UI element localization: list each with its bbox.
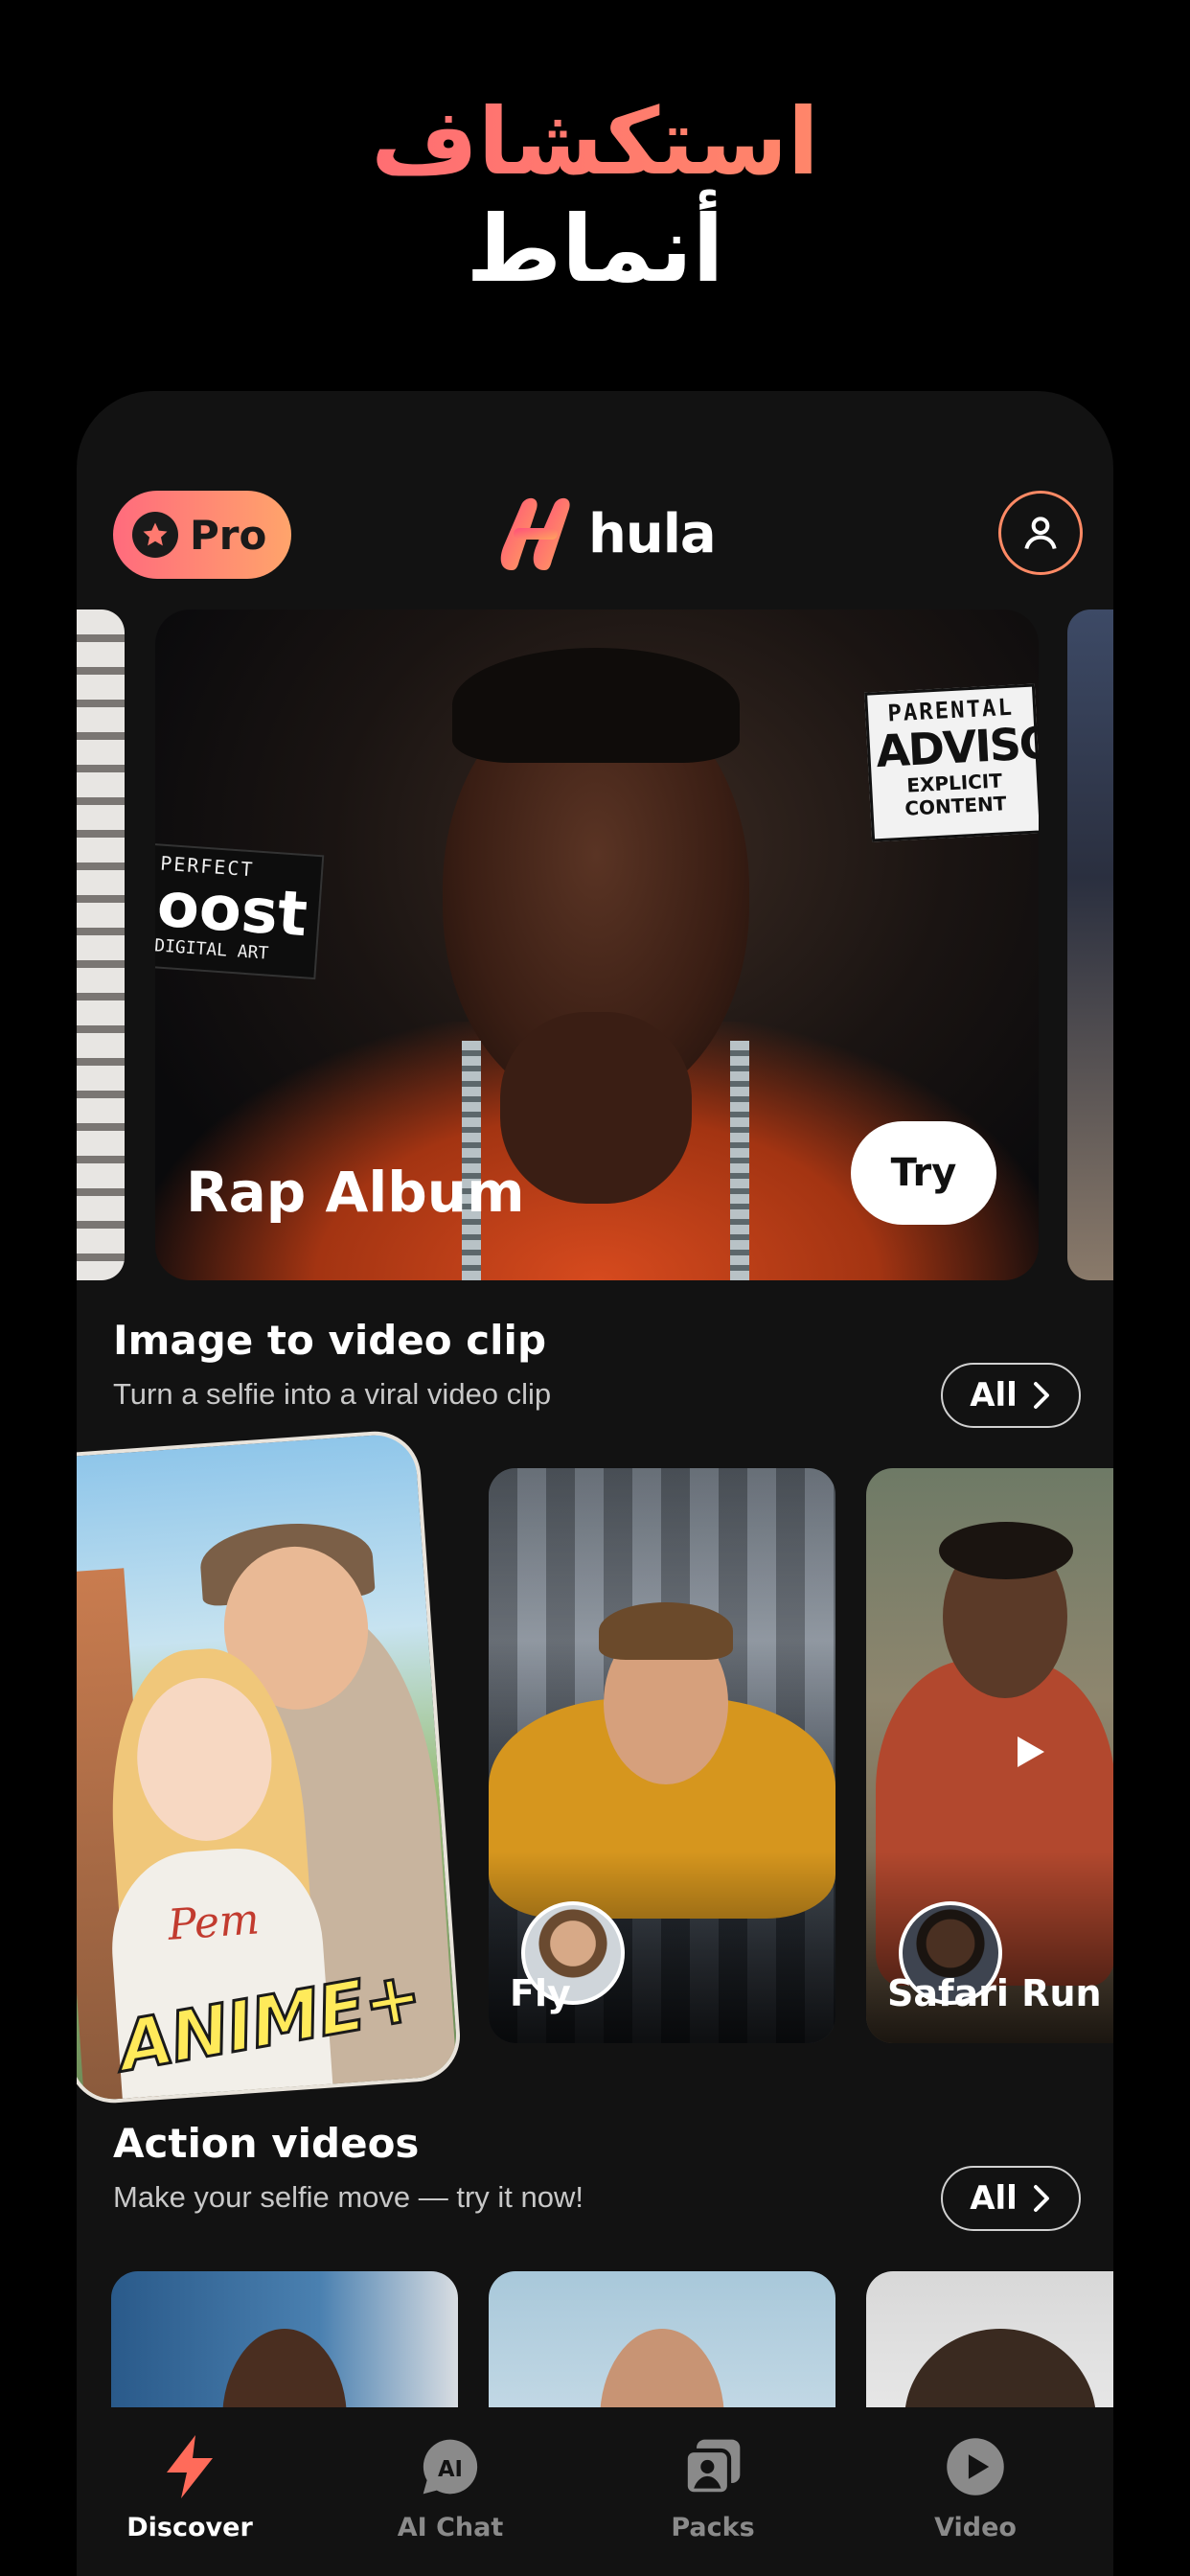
perfect-post-sticker: PERFECT oost DIGITAL ART [155, 842, 325, 980]
tab-discover[interactable]: Discover [94, 2432, 286, 2542]
section-subtitle: Turn a selfie into a viral video clip [113, 1377, 552, 1411]
play-icon [1018, 1736, 1044, 1767]
hula-logo: hula [492, 491, 717, 577]
image-to-video-section: Image to video clip Turn a selfie into a… [113, 1317, 1081, 1428]
play-circle-icon [941, 2432, 1010, 2501]
safari-hair [939, 1522, 1073, 1579]
promo-headline: استكشاف أنماط [0, 88, 1190, 303]
card-title-fly: Fly [510, 1972, 571, 2014]
app-screen: Pro hula PARENTAL ADVISORY EXPLICIT CONT… [77, 391, 1113, 2576]
hero-title: Rap Album [186, 1160, 525, 1225]
section-title: Action videos [113, 2120, 420, 2167]
parental-advisory-sticker: PARENTAL ADVISORY EXPLICIT CONTENT [864, 683, 1039, 842]
safari-run-card[interactable]: Safari Run [866, 1468, 1113, 2043]
post-line-2: oost [155, 869, 310, 952]
carousel-prev-card[interactable] [77, 610, 125, 1280]
section-subtitle: Make your selfie move — try it now! [113, 2180, 584, 2214]
featured-carousel[interactable]: PARENTAL ADVISORY EXPLICIT CONTENT PERFE… [77, 610, 1113, 1280]
pro-label: Pro [190, 511, 267, 559]
image-to-video-all-button[interactable]: All [941, 1363, 1081, 1428]
action-videos-section: Action videos Make your selfie move — tr… [113, 2120, 1081, 2231]
tab-packs[interactable]: Packs [617, 2432, 809, 2542]
carousel-next-card[interactable] [1067, 610, 1113, 1280]
action-videos-all-button[interactable]: All [941, 2166, 1081, 2231]
card-title-safari-run: Safari Run [887, 1972, 1102, 2014]
all-label: All [970, 2179, 1018, 2218]
tab-label: Discover [126, 2513, 253, 2542]
try-button[interactable]: Try [851, 1121, 996, 1225]
promo-line-2: أنماط [466, 196, 724, 303]
hero-hair [452, 648, 740, 763]
fly-hair [599, 1602, 733, 1660]
image-to-video-cards: Pem ANIME+ Fly Safari Run [77, 1426, 1113, 2106]
section-title: Image to video clip [113, 1317, 547, 1364]
ai-chat-icon: AI [416, 2432, 485, 2501]
lightning-icon [155, 2432, 224, 2501]
chevron-right-icon [1033, 1382, 1049, 1409]
packs-icon [678, 2432, 747, 2501]
fly-card[interactable]: Fly [489, 1468, 835, 2043]
bottom-tab-bar: Discover AI AI Chat Packs Video [77, 2407, 1113, 2576]
ai-badge-text: AI [438, 2457, 463, 2482]
chevron-right-icon [1033, 2185, 1049, 2212]
profile-button[interactable] [998, 491, 1083, 575]
anime-plus-card[interactable]: Pem ANIME+ [77, 1428, 464, 2106]
hero-chain-right [730, 1041, 749, 1280]
promo-line-1: استكشاف [0, 88, 1190, 196]
tab-video[interactable]: Video [880, 2432, 1071, 2542]
tab-label: Packs [671, 2513, 755, 2542]
hula-logo-mark-icon [500, 497, 570, 570]
logo-text: hula [588, 502, 717, 565]
anime-shirt-text: Pem [166, 1895, 262, 1950]
pro-button[interactable]: Pro [113, 491, 291, 579]
star-icon [132, 512, 178, 558]
tab-ai-chat[interactable]: AI AI Chat [355, 2432, 546, 2542]
tab-label: AI Chat [397, 2513, 504, 2542]
all-label: All [970, 1376, 1018, 1414]
advisory-line-2: ADVISORY [874, 713, 1039, 778]
hero-card-rap-album[interactable]: PARENTAL ADVISORY EXPLICIT CONTENT PERFE… [155, 610, 1039, 1280]
hero-hand [500, 1012, 692, 1204]
top-bar: Pro hula [77, 391, 1113, 611]
tab-label: Video [934, 2513, 1017, 2542]
user-icon [1024, 517, 1057, 550]
